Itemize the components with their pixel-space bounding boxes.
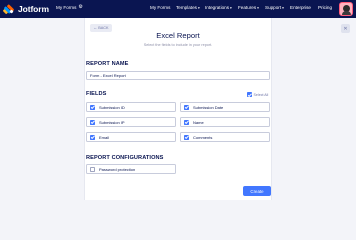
page-subtitle: Select the fields to include in your rep… <box>143 43 213 47</box>
my-forms-link[interactable]: My Forms ⚙ <box>56 5 83 11</box>
fields-label: FIELDS <box>86 91 107 97</box>
brand-name: Jotform <box>18 4 49 14</box>
avatar-body <box>342 11 351 15</box>
back-label: BACK <box>98 26 109 30</box>
nav-my-forms[interactable]: My Forms <box>150 5 170 10</box>
field-option-submission-date[interactable]: Submission Date <box>180 102 270 112</box>
gear-icon[interactable]: ⚙ <box>78 5 82 10</box>
chevron-down-icon: ▾ <box>197 6 200 10</box>
top-navigation-bar: Jotform My Forms ⚙ My Forms Templates▾ I… <box>0 0 356 18</box>
field-option-comments[interactable]: Comments <box>180 132 270 142</box>
nav-features[interactable]: Features▾ <box>238 5 259 10</box>
my-forms-label: My Forms <box>56 5 77 10</box>
nav-templates[interactable]: Templates▾ <box>176 5 200 10</box>
arrow-left-icon: ← <box>93 26 98 30</box>
chevron-down-icon: ▾ <box>257 6 259 10</box>
field-label: Comments <box>193 134 213 140</box>
field-option-submission-id[interactable]: Submission ID <box>86 102 176 112</box>
field-checkbox[interactable] <box>90 104 95 110</box>
password-protection-label: Password protection <box>99 166 136 172</box>
field-checkbox[interactable] <box>90 134 95 140</box>
field-option-email[interactable]: Email <box>86 132 176 142</box>
chevron-down-icon: ▾ <box>282 6 284 10</box>
field-label: Email <box>99 134 110 140</box>
field-checkbox[interactable] <box>184 119 189 125</box>
select-all-label: Select All <box>253 92 269 97</box>
select-all-toggle[interactable]: Select All <box>247 92 268 97</box>
select-all-checkbox[interactable] <box>247 92 252 97</box>
report-configurations-label: REPORT CONFIGURATIONS <box>86 155 164 161</box>
report-name-input[interactable]: Form - Excel Report <box>86 71 270 80</box>
nav-enterprise[interactable]: Enterprise <box>290 5 311 10</box>
user-avatar[interactable] <box>339 2 353 16</box>
field-label: Submission Date <box>193 104 224 110</box>
field-checkbox[interactable] <box>184 134 189 140</box>
nav-pricing[interactable]: Pricing <box>318 5 332 10</box>
field-checkbox[interactable] <box>90 119 95 125</box>
field-label: Submission ID <box>99 104 125 110</box>
field-checkbox[interactable] <box>184 104 189 110</box>
report-name-label: REPORT NAME <box>86 61 129 67</box>
password-protection-checkbox[interactable] <box>90 166 95 172</box>
jotform-logo-icon <box>3 4 14 14</box>
nav-support[interactable]: Support▾ <box>265 5 284 10</box>
field-option-submission-ip[interactable]: Submission IP <box>86 117 176 127</box>
password-protection-option[interactable]: Password protection <box>86 164 176 174</box>
field-label: Name <box>193 119 204 125</box>
page-title: Excel Report <box>156 31 200 40</box>
field-label: Submission IP <box>99 119 125 125</box>
jotform-logo[interactable]: Jotform <box>3 3 49 15</box>
nav-integrations[interactable]: Integrations▾ <box>205 5 232 10</box>
create-button[interactable]: Create <box>243 186 271 196</box>
field-option-name[interactable]: Name <box>180 117 270 127</box>
chevron-down-icon: ▾ <box>230 6 232 10</box>
